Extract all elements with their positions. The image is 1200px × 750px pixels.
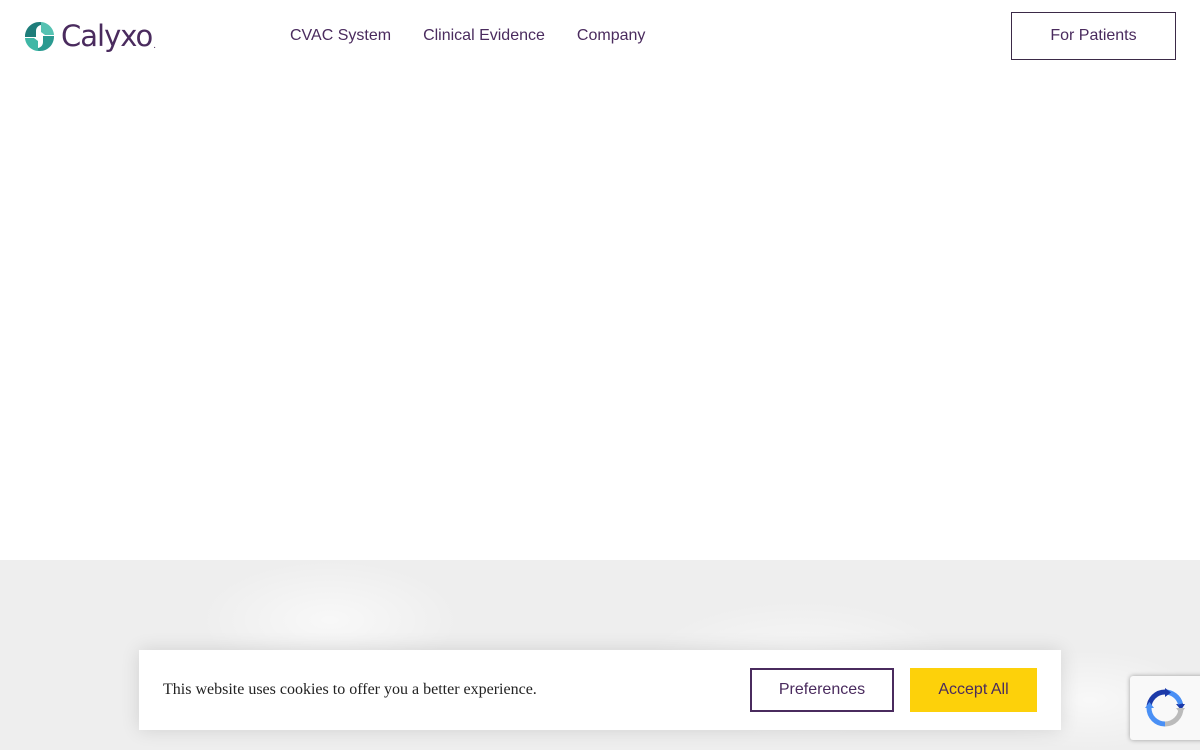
- cookie-accept-all-button[interactable]: Accept All: [910, 668, 1037, 712]
- cookie-banner: This website uses cookies to offer you a…: [139, 650, 1061, 730]
- logo-link[interactable]: Calyxo .: [24, 18, 156, 54]
- main-nav: CVAC System Clinical Evidence Company: [290, 26, 677, 46]
- logo-wordmark: Calyxo: [61, 18, 153, 53]
- calyxo-logo-mark-icon: [25, 21, 54, 51]
- recaptcha-badge[interactable]: [1130, 676, 1200, 740]
- cookie-preferences-button[interactable]: Preferences: [750, 668, 894, 712]
- recaptcha-icon: [1145, 688, 1185, 727]
- site-header: Calyxo . CVAC System Clinical Evidence C…: [0, 0, 1200, 72]
- nav-item-clinical-evidence[interactable]: Clinical Evidence: [423, 26, 545, 46]
- registered-mark: .: [153, 40, 157, 51]
- hero-section: [0, 72, 1200, 560]
- nav-item-cvac-system[interactable]: CVAC System: [290, 26, 391, 46]
- cookie-message: This website uses cookies to offer you a…: [163, 681, 537, 698]
- for-patients-button[interactable]: For Patients: [1011, 12, 1176, 60]
- page: Calyxo . CVAC System Clinical Evidence C…: [0, 0, 1200, 750]
- nav-item-company[interactable]: Company: [577, 26, 645, 46]
